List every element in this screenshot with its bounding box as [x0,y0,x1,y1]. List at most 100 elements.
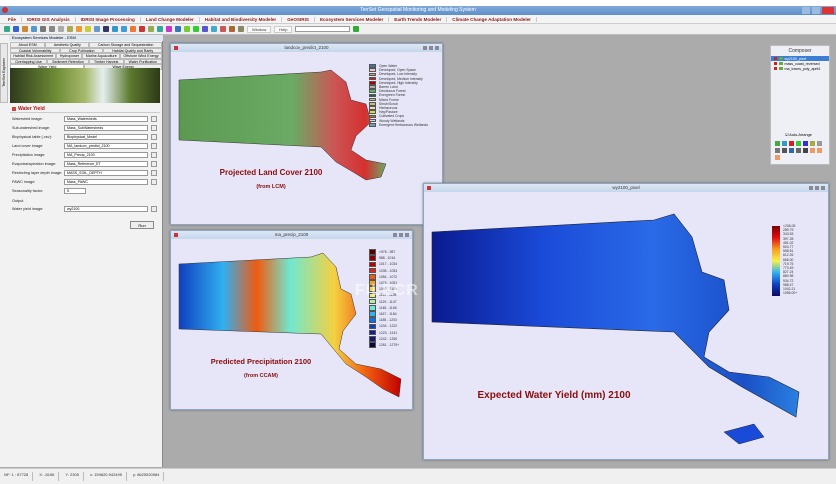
composer-tool-icon[interactable] [775,141,780,146]
toolbar-tool-icon[interactable] [229,26,235,32]
menu-item[interactable]: File [3,16,22,22]
composer-tool-icon[interactable] [817,141,822,146]
maximize-icon[interactable] [815,186,819,190]
landcover-window[interactable]: landcov_predict_2100 Open Water Developed… [170,43,443,225]
legend-swatch [369,329,376,336]
composer-tool-icon[interactable] [810,148,815,153]
toolbar-tool-icon[interactable] [112,26,118,32]
field-input[interactable]: Mass_SubWatersheds [64,124,148,131]
minimize-icon[interactable] [809,186,813,190]
maximize-icon[interactable] [399,233,403,237]
toolbar-tool-icon[interactable] [211,26,217,32]
maximize-icon[interactable] [429,46,433,50]
menu-item[interactable]: IDRISI GIS Analysis [22,16,76,22]
toolbar-tool-icon[interactable] [40,26,46,32]
browse-button[interactable] [151,205,157,212]
toolbar-tool-icon[interactable] [139,26,145,32]
menu-item[interactable]: Habitat and Biodiversity Modeler [200,16,283,22]
terrset-explorer-tab[interactable]: TerrSet Explorer [0,43,8,103]
field-input[interactable]: Mass_Reference_ET [64,160,148,167]
close-icon[interactable] [405,233,409,237]
minimize-button[interactable] [802,7,810,14]
toolbar-tool-icon[interactable] [202,26,208,32]
toolbar-tool-icon[interactable] [148,26,154,32]
composer-tool-icon[interactable] [775,155,780,160]
composer-tool-icon[interactable] [803,141,808,146]
menu-item[interactable]: IDRISI Image Processing [76,16,141,22]
close-icon[interactable] [821,186,825,190]
field-input[interactable]: 5 [64,187,86,194]
visibility-check-icon[interactable] [774,62,777,65]
maximize-button[interactable] [812,7,820,14]
toolbar-tool-icon[interactable] [49,26,55,32]
toolbar-tool-icon[interactable] [220,26,226,32]
status-field: Y: 2305 [65,472,84,481]
menu-item[interactable]: Ecosystem Services Modeler [315,16,390,22]
menu-item[interactable]: Earth Trends Modeler [389,16,448,22]
field-input[interactable]: Mass_PAWC [64,178,148,185]
composer-tool-icon[interactable] [782,148,787,153]
water-yield-output-input[interactable]: wy2100 [64,205,148,212]
composer-tool-icon[interactable] [796,148,801,153]
toolbar-tool-icon[interactable] [238,26,244,32]
field-input[interactable]: Biophysical_Model [64,133,148,140]
browse-button[interactable] [151,178,157,185]
toolbar-tool-icon[interactable] [4,26,10,32]
toolbar-tool-icon[interactable] [31,26,37,32]
toolbar-tool-icon[interactable] [13,26,19,32]
visibility-check-icon[interactable] [774,57,777,60]
layer-combo[interactable] [295,26,351,32]
water-yield-window[interactable]: wy2100_pixel <236.05 289.79 343.53 397.28 45… [423,183,829,460]
toolbar-tool-icon[interactable] [85,26,91,32]
toolbar-tool-icon[interactable] [22,26,28,32]
help-button[interactable]: Help [274,25,293,33]
visibility-check-icon[interactable] [774,67,777,70]
composer-tool-icon[interactable] [810,141,815,146]
field-input[interactable]: Mass_Watersheds [64,115,148,122]
composer-layer[interactable]: ma_towns_poly_aprit1 [771,66,829,71]
legend-swatch [369,106,376,110]
close-button[interactable] [822,7,834,14]
minimize-icon[interactable] [423,46,427,50]
menu-item[interactable]: Climate Change Adaptation Modeler [447,16,537,22]
toolbar-tool-icon[interactable] [76,26,82,32]
composer-tool-icon[interactable] [789,148,794,153]
composer-tool-icon[interactable] [782,141,787,146]
toolbar-tool-icon[interactable] [94,26,100,32]
minimize-icon[interactable] [393,233,397,237]
toolbar-tool-icon[interactable] [166,26,172,32]
toolbar-tool-icon[interactable] [157,26,163,32]
browse-button[interactable] [151,124,157,131]
browse-button[interactable] [151,169,157,176]
composer-tool-icon[interactable] [803,148,808,153]
browse-button[interactable] [151,133,157,140]
browse-button[interactable] [151,160,157,167]
composer-tool-icon[interactable] [789,141,794,146]
composer-tool-icon[interactable] [775,148,780,153]
toolbar-tool-icon[interactable] [193,26,199,32]
auto-arrange-checkbox[interactable]: ☑ Auto-Arrange [785,132,812,137]
legend-swatch [369,267,376,274]
close-icon[interactable] [435,46,439,50]
composer-tool-icon[interactable] [796,141,801,146]
run-button[interactable]: Run [130,221,154,229]
field-input[interactable]: MA_Precip_2100 [64,151,148,158]
window-menu-button[interactable]: Window [247,25,272,33]
toolbar-tool-icon[interactable] [121,26,127,32]
field-input[interactable]: MA_landcov_predict_2100 [64,142,148,149]
menu-item[interactable]: GeOSIRIS [282,16,315,22]
browse-button[interactable] [151,142,157,149]
composer-tool-icon[interactable] [817,148,822,153]
toolbar-tool-icon[interactable] [103,26,109,32]
toolbar-tool-icon[interactable] [175,26,181,32]
toolbar-tool-icon[interactable] [130,26,136,32]
toolbar-tool-icon[interactable] [58,26,64,32]
menu-item[interactable]: Land Change Modeler [141,16,200,22]
field-input[interactable]: MASS_SOIL_DEPTH [64,169,148,176]
toolbar-tool-icon[interactable] [67,26,73,32]
browse-button[interactable] [151,115,157,122]
toolbar-tool-icon[interactable] [184,26,190,32]
browse-button[interactable] [151,151,157,158]
precipitation-window[interactable]: ma_precip_2100 <976 - 987 988 - 1016 1017 … [170,230,413,410]
play-icon[interactable] [353,26,360,32]
